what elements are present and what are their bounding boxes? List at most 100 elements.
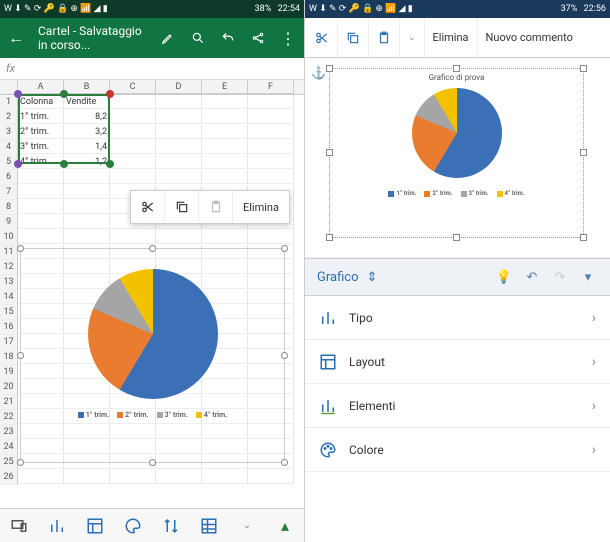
menu-layout[interactable]: Layout›	[305, 340, 610, 384]
sel-handle[interactable]	[14, 160, 22, 168]
row-header[interactable]: 7	[0, 185, 18, 200]
cell[interactable]	[202, 140, 248, 154]
cell[interactable]	[110, 170, 156, 184]
layout-icon[interactable]	[84, 515, 106, 537]
cell[interactable]	[110, 125, 156, 139]
pen-icon[interactable]	[160, 30, 176, 46]
cell[interactable]: 3° trim.	[18, 140, 64, 154]
row-header[interactable]: 20	[0, 380, 18, 395]
palette-icon[interactable]	[122, 515, 144, 537]
cell[interactable]	[202, 230, 248, 244]
table-icon[interactable]	[198, 515, 220, 537]
delete-button[interactable]: Elimina	[425, 18, 478, 58]
row-header[interactable]: 14	[0, 290, 18, 305]
cell[interactable]	[248, 125, 294, 139]
cell[interactable]: 2° trim.	[18, 125, 64, 139]
row-header[interactable]: 24	[0, 440, 18, 455]
cell[interactable]	[156, 170, 202, 184]
row-header[interactable]: 22	[0, 410, 18, 425]
document-canvas[interactable]: ⚓ Grafico di prova 1° trim. 2° trim. 3° …	[305, 58, 610, 258]
row-header[interactable]: 11	[0, 245, 18, 260]
cell[interactable]: Colonna	[18, 95, 64, 109]
cell[interactable]	[64, 470, 110, 484]
row-header[interactable]: 23	[0, 425, 18, 440]
sel-handle[interactable]	[106, 160, 114, 168]
redo-icon[interactable]: ↷	[550, 270, 570, 285]
row-header[interactable]: 10	[0, 230, 18, 245]
formula-bar[interactable]: fx	[0, 58, 304, 80]
cell[interactable]	[110, 155, 156, 169]
menu-colore[interactable]: Colore›	[305, 428, 610, 472]
sel-handle[interactable]	[106, 90, 114, 98]
cell[interactable]	[64, 230, 110, 244]
cell[interactable]	[248, 230, 294, 244]
cell[interactable]	[110, 95, 156, 109]
menu-tipo[interactable]: Tipo›	[305, 296, 610, 340]
col-header[interactable]: D	[156, 80, 202, 94]
col-header[interactable]: F	[248, 80, 294, 94]
paste-dropdown[interactable]: ⌄	[400, 18, 425, 58]
search-icon[interactable]	[190, 30, 206, 46]
cell[interactable]: Vendite	[64, 95, 110, 109]
cut-button[interactable]	[131, 191, 165, 223]
row-header[interactable]: 12	[0, 260, 18, 275]
cell[interactable]	[248, 140, 294, 154]
chart-icon[interactable]	[46, 515, 68, 537]
cell[interactable]	[156, 140, 202, 154]
cell[interactable]	[202, 470, 248, 484]
cell[interactable]	[248, 95, 294, 109]
cell[interactable]	[156, 470, 202, 484]
cell[interactable]: 1,4	[64, 140, 110, 154]
row-header[interactable]: 17	[0, 335, 18, 350]
cell[interactable]: 4° trim.	[18, 155, 64, 169]
row-header[interactable]: 15	[0, 305, 18, 320]
share-icon[interactable]	[250, 30, 266, 46]
cell[interactable]: 3,2	[64, 125, 110, 139]
cell[interactable]	[202, 155, 248, 169]
row-header[interactable]: 25	[0, 455, 18, 470]
undo-icon[interactable]	[220, 30, 236, 46]
cell[interactable]	[156, 110, 202, 124]
row-header[interactable]: 2	[0, 110, 18, 125]
chart-object[interactable]: 1° trim. 2° trim. 3° trim. 4° trim.	[20, 248, 285, 463]
bulb-icon[interactable]: 💡	[494, 270, 514, 285]
cell[interactable]: 8,2	[64, 110, 110, 124]
cell[interactable]	[248, 110, 294, 124]
new-comment-button[interactable]: Nuovo commento	[478, 18, 581, 58]
menu-elementi[interactable]: Elementi›	[305, 384, 610, 428]
expand-icon[interactable]: ▴	[274, 515, 296, 537]
row-header[interactable]: 9	[0, 215, 18, 230]
cell[interactable]	[64, 170, 110, 184]
sel-handle[interactable]	[60, 90, 68, 98]
cell[interactable]	[248, 155, 294, 169]
cell[interactable]	[18, 200, 64, 214]
row-header[interactable]: 16	[0, 320, 18, 335]
cell[interactable]	[156, 155, 202, 169]
cell[interactable]	[202, 170, 248, 184]
cell[interactable]	[248, 170, 294, 184]
sel-handle[interactable]	[14, 90, 22, 98]
collapse-icon[interactable]: ▾	[578, 270, 598, 285]
cell[interactable]	[202, 110, 248, 124]
row-header[interactable]: 19	[0, 365, 18, 380]
expand-icon[interactable]: ⇕	[367, 270, 378, 285]
cell[interactable]	[18, 230, 64, 244]
cell[interactable]	[110, 230, 156, 244]
col-header[interactable]: C	[110, 80, 156, 94]
panel-header[interactable]: Grafico ⇕ 💡 ↶ ↷ ▾	[305, 258, 610, 296]
cell[interactable]	[18, 215, 64, 229]
delete-button[interactable]: Elimina	[233, 191, 289, 223]
cell[interactable]	[110, 470, 156, 484]
row-header[interactable]: 21	[0, 395, 18, 410]
more-icon[interactable]: ⋮	[280, 30, 296, 46]
row-header[interactable]: 6	[0, 170, 18, 185]
cell[interactable]	[18, 170, 64, 184]
cell[interactable]	[110, 140, 156, 154]
chart-object[interactable]: Grafico di prova 1° trim. 2° trim. 3° tr…	[329, 68, 584, 238]
col-header[interactable]: A	[18, 80, 64, 94]
row-header[interactable]: 18	[0, 350, 18, 365]
cell[interactable]	[156, 95, 202, 109]
row-header[interactable]: 13	[0, 275, 18, 290]
cell[interactable]	[18, 470, 64, 484]
cell[interactable]	[248, 470, 294, 484]
